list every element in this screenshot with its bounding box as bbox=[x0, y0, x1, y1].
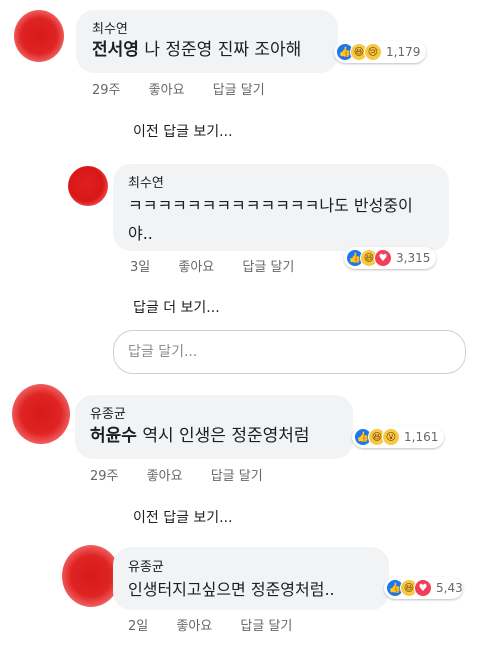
reaction-summary[interactable]: 👍 😆 ♥ 3,315 bbox=[344, 247, 437, 269]
tagged-user[interactable]: 허윤수 bbox=[90, 426, 137, 446]
comment-text: 인생터지고싶으면 정준영처럼.. bbox=[128, 580, 335, 599]
avatar[interactable] bbox=[12, 384, 70, 444]
comment-text-line2: 야.. bbox=[128, 224, 153, 243]
comment-body: 역시 인생은 정준영처럼 bbox=[136, 426, 310, 446]
view-previous-replies[interactable]: 이전 답글 보기... bbox=[133, 507, 233, 527]
reply-button[interactable]: 답글 달기 bbox=[213, 79, 265, 98]
reaction-count: 5,43 bbox=[436, 581, 463, 595]
avatar[interactable] bbox=[68, 166, 108, 206]
comment-time[interactable]: 2일 bbox=[128, 615, 148, 634]
love-icon: ♥ bbox=[414, 579, 432, 597]
tagged-user[interactable]: 전서영 bbox=[92, 40, 139, 60]
view-more-replies[interactable]: 답글 더 보기... bbox=[133, 297, 220, 317]
comment-time[interactable]: 29주 bbox=[92, 79, 121, 98]
comment-time[interactable]: 3일 bbox=[130, 256, 150, 275]
comment-meta: 2일 좋아요 답글 달기 bbox=[128, 615, 292, 634]
reply-button[interactable]: 답글 달기 bbox=[211, 465, 263, 484]
reaction-count: 3,315 bbox=[396, 251, 431, 265]
view-previous-replies[interactable]: 이전 답글 보기... bbox=[133, 121, 233, 141]
love-icon: ♥ bbox=[374, 249, 392, 267]
comment-text: 전서영 나 정준영 진짜 조아해 bbox=[92, 36, 301, 64]
reaction-summary[interactable]: 👍 😆 ♥ 5,43 bbox=[384, 577, 463, 599]
avatar[interactable] bbox=[62, 545, 120, 607]
comment-time[interactable]: 29주 bbox=[90, 465, 119, 484]
comment-meta: 3일 좋아요 답글 달기 bbox=[130, 256, 294, 275]
avatar[interactable] bbox=[14, 10, 64, 62]
comment-author[interactable]: 유종균 bbox=[128, 556, 164, 575]
comment-body: 나 정준영 진짜 조아해 bbox=[138, 40, 302, 60]
wow-icon: 😮 bbox=[382, 428, 400, 446]
sad-icon: 😢 bbox=[364, 43, 382, 61]
comment-author[interactable]: 최수연 bbox=[128, 172, 164, 191]
reaction-count: 1,161 bbox=[404, 430, 439, 444]
reply-button[interactable]: 답글 달기 bbox=[240, 615, 292, 634]
like-button[interactable]: 좋아요 bbox=[178, 256, 214, 275]
comment-author[interactable]: 최수연 bbox=[92, 18, 128, 37]
reaction-count: 1,179 bbox=[386, 45, 421, 59]
comment-text-line1: ㅋㅋㅋㅋㅋㅋㅋㅋㅋㅋㅋㅋㅋ나도 반성중이 bbox=[128, 196, 413, 215]
reaction-summary[interactable]: 👍 😆 😮 1,161 bbox=[352, 426, 445, 448]
comment-author[interactable]: 유종균 bbox=[90, 403, 126, 422]
comment-text: 허윤수 역시 인생은 정준영처럼 bbox=[90, 422, 310, 450]
like-button[interactable]: 좋아요 bbox=[147, 465, 183, 484]
like-button[interactable]: 좋아요 bbox=[176, 615, 212, 634]
like-button[interactable]: 좋아요 bbox=[149, 79, 185, 98]
reply-input-box[interactable] bbox=[113, 330, 466, 374]
reaction-summary[interactable]: 👍 😆 😢 1,179 bbox=[334, 41, 427, 63]
reply-input[interactable] bbox=[114, 331, 465, 373]
comment-meta: 29주 좋아요 답글 달기 bbox=[90, 465, 263, 484]
reply-button[interactable]: 답글 달기 bbox=[242, 256, 294, 275]
comment-meta: 29주 좋아요 답글 달기 bbox=[92, 79, 265, 98]
